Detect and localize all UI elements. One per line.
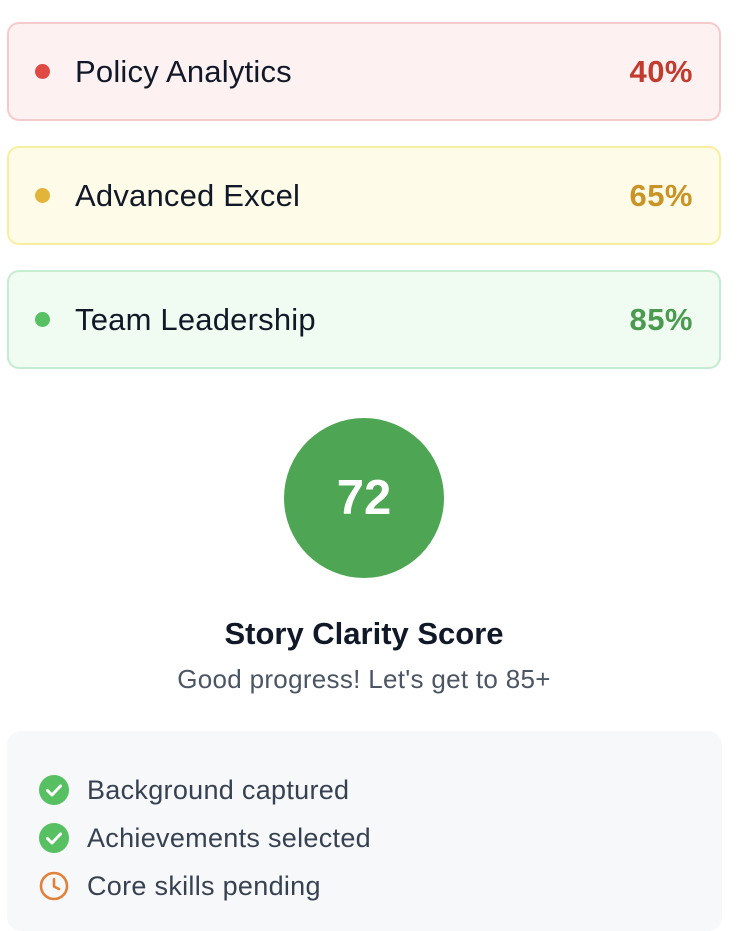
checklist-item-core-skills: Core skills pending [38,862,722,910]
score-title: Story Clarity Score [224,616,504,651]
status-dot [35,312,50,327]
skill-name: Policy Analytics [75,53,292,89]
checklist-label: Background captured [87,774,350,805]
skill-percent: 65% [629,177,693,213]
clock-icon [39,871,69,901]
checklist-label: Achievements selected [87,822,371,853]
score-subtitle: Good progress! Let's get to 85+ [177,664,551,694]
checklist-item-background: Background captured [38,766,722,814]
skill-percent: 85% [629,301,693,337]
checklist-item-achievements: Achievements selected [38,814,722,862]
check-circle-icon [39,775,69,805]
skill-name: Team Leadership [75,301,316,337]
skill-list: Policy Analytics 40% Advanced Excel 65% … [7,22,721,394]
status-dot [35,64,50,79]
skill-card-team-leadership[interactable]: Team Leadership 85% [7,270,721,369]
progress-checklist: Background captured Achievements selecte… [7,731,722,931]
skill-name: Advanced Excel [75,177,301,213]
score-circle: 72 [284,418,444,578]
checklist-label: Core skills pending [87,870,321,901]
score-section: 72 Story Clarity Score Good progress! Le… [0,418,728,695]
status-dot [35,188,50,203]
skill-card-policy-analytics[interactable]: Policy Analytics 40% [7,22,721,121]
skill-percent: 40% [629,53,693,89]
check-circle-icon [39,823,69,853]
skill-card-advanced-excel[interactable]: Advanced Excel 65% [7,146,721,245]
